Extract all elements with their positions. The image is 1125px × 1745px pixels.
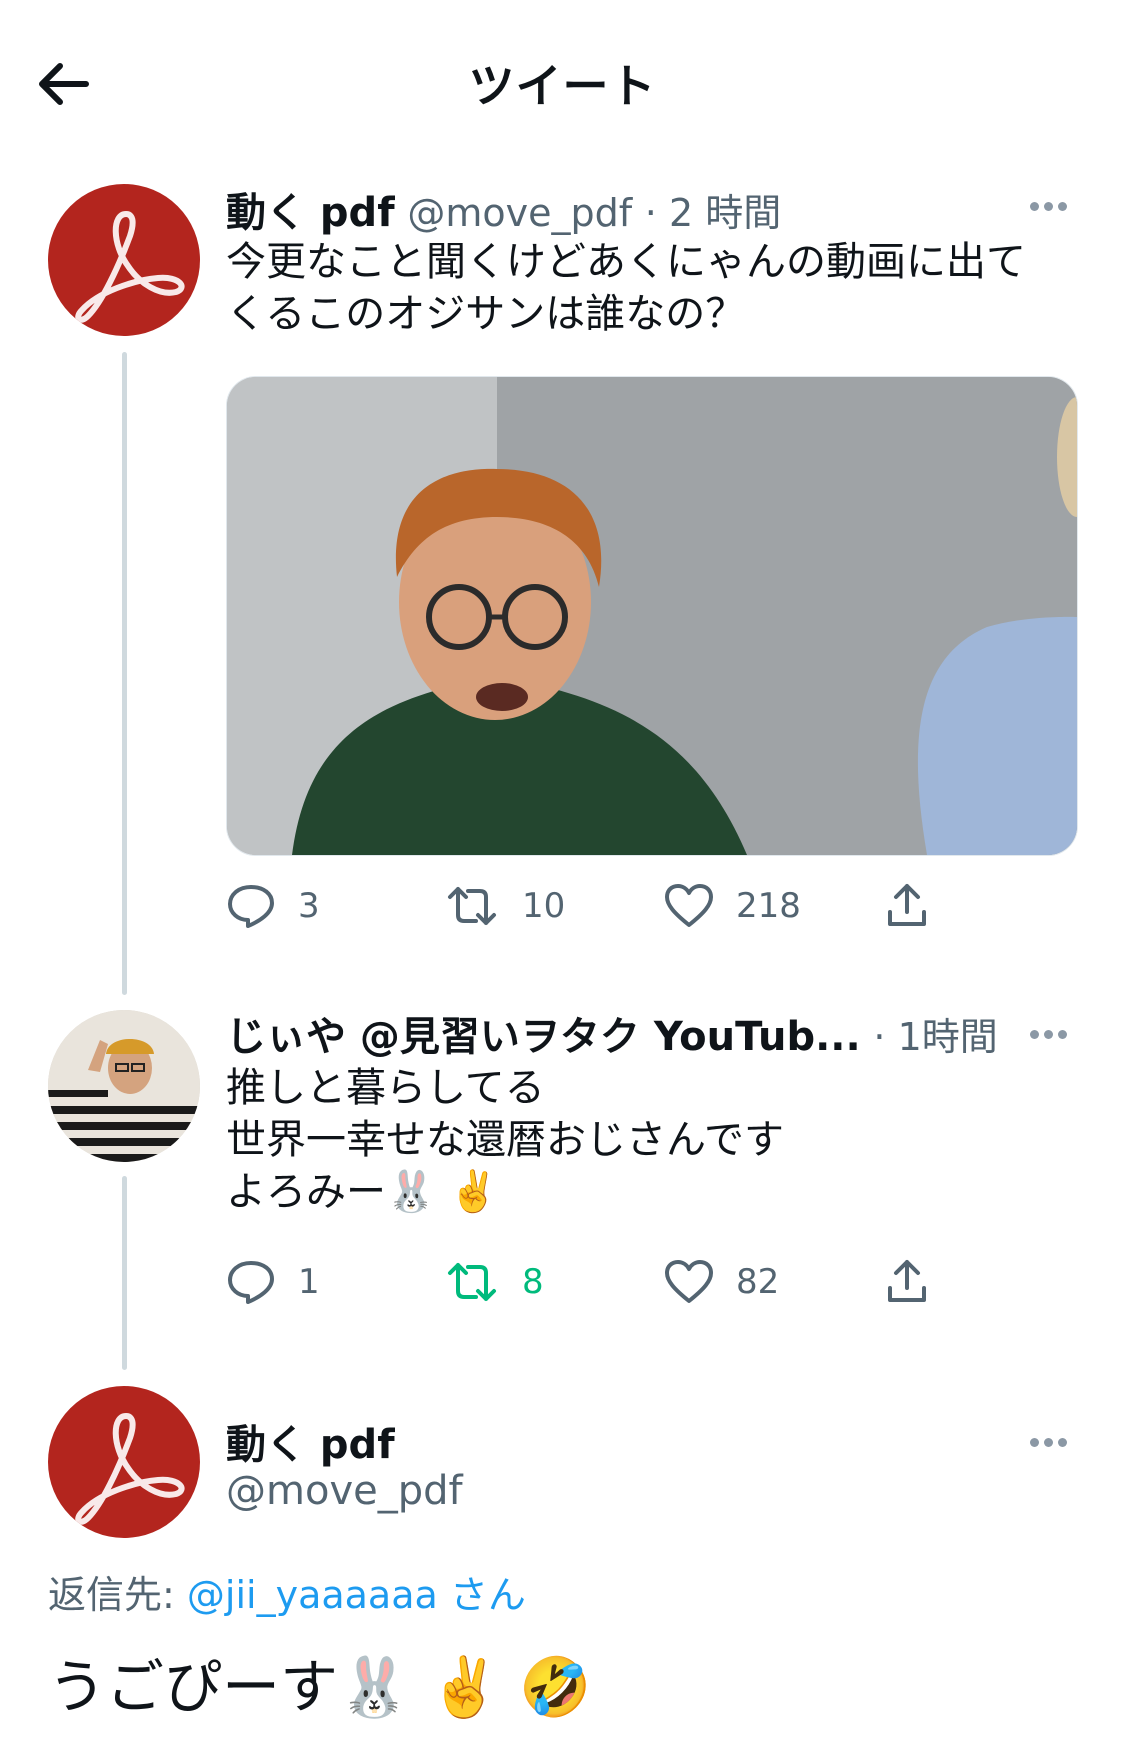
retweet-icon <box>448 1263 496 1301</box>
share-icon <box>888 1260 926 1302</box>
avatar-move-pdf[interactable] <box>48 184 200 336</box>
main-tweet-text: うごぴーす🐰 ✌️ 🤣 <box>48 1653 592 1721</box>
tweet-text: 今更なこと聞くけどあくにゃんの動画に出て くるこのオジサンは誰なの？ <box>226 239 1026 337</box>
author-name[interactable]: 動く pdf <box>226 190 395 236</box>
reply-icon <box>228 885 274 928</box>
heart-icon <box>665 1260 713 1303</box>
tweet-text: 推しと暮らしてる 世界一幸せな還暦おじさんです よろみー🐰 ✌️ <box>226 1065 784 1215</box>
tweet-video[interactable] <box>226 376 1078 856</box>
like-count: 82 <box>736 1262 780 1302</box>
thread-line <box>122 352 127 995</box>
tweet-time[interactable]: · 1時間 <box>873 1015 997 1059</box>
video-frame-image <box>227 377 1077 855</box>
more-options-icon[interactable] <box>1030 1432 1074 1447</box>
acrobat-logo-icon <box>75 210 185 323</box>
reply-to-label: 返信先: <box>48 1573 175 1617</box>
main-author-name-row: 動く pdf <box>226 1412 395 1470</box>
avatar-move-pdf[interactable] <box>48 1386 200 1538</box>
share-button[interactable] <box>884 878 930 934</box>
tweet2-header: じぃや @見習いヲタク YouTub... · 1時間 <box>226 1004 998 1062</box>
author-name[interactable]: じぃや @見習いヲタク YouTub... <box>226 1014 861 1060</box>
reply-button[interactable]: 3 <box>226 878 320 934</box>
retweet-icon <box>448 887 496 925</box>
reply-button[interactable]: 1 <box>226 1254 320 1310</box>
author-name[interactable]: 動く pdf <box>226 1422 395 1468</box>
retweet-button[interactable]: 10 <box>444 878 565 934</box>
share-button[interactable] <box>884 1254 930 1310</box>
more-options-icon[interactable] <box>1030 1024 1074 1039</box>
reply-mention-link[interactable]: @jii_yaaaaaa <box>187 1573 438 1617</box>
reply-count: 3 <box>298 886 320 926</box>
more-options-icon[interactable] <box>1030 196 1074 211</box>
tweet1-header: 動く pdf @move_pdf · 2 時間 <box>226 180 781 238</box>
retweet-count: 8 <box>522 1262 544 1302</box>
reply-count: 1 <box>298 1262 320 1302</box>
reply-suffix: さん <box>449 1573 526 1617</box>
retweet-count: 10 <box>522 886 566 926</box>
profile-photo-image <box>48 1010 200 1162</box>
reply-icon <box>228 1261 274 1304</box>
author-handle[interactable]: @move_pdf <box>407 191 632 235</box>
like-count: 218 <box>736 886 801 926</box>
share-icon <box>888 884 926 926</box>
tweet-time[interactable]: · 2 時間 <box>645 191 781 235</box>
like-button[interactable]: 218 <box>664 878 801 934</box>
heart-icon <box>665 884 713 927</box>
reply-to-line: 返信先: @jii_yaaaaaa さん <box>48 1564 526 1619</box>
thread-line <box>122 1176 127 1370</box>
avatar-jiiya[interactable] <box>48 1010 200 1162</box>
page-title: ツイート <box>468 59 657 113</box>
acrobat-logo-icon <box>75 1412 185 1525</box>
author-handle[interactable]: @move_pdf <box>226 1468 463 1514</box>
like-button[interactable]: 82 <box>664 1254 779 1310</box>
retweet-button[interactable]: 8 <box>444 1254 544 1310</box>
